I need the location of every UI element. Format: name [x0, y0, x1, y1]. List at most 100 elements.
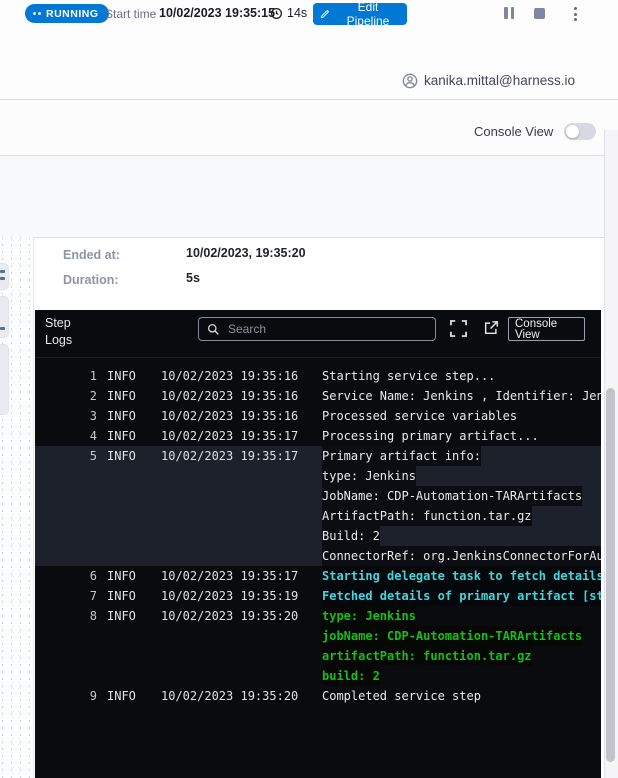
log-timestamp: 10/02/2023 19:35:16: [161, 386, 307, 406]
log-line: 5 INFO 10/02/2023 19:35:17 Primary artif…: [35, 446, 601, 466]
scrollbar-track: [604, 130, 618, 778]
pipeline-node-partial[interactable]: [0, 296, 9, 338]
log-message: Processed service variables: [322, 406, 517, 426]
log-line: ArtifactPath: function.tar.gz: [35, 506, 601, 526]
log-line: build: 2: [35, 666, 601, 686]
log-message: Fetched details of primary artifact [st: [322, 586, 601, 606]
log-level: INFO: [107, 386, 149, 406]
log-body: 1 INFO 10/02/2023 19:35:16 Starting serv…: [35, 358, 601, 778]
log-timestamp: 10/02/2023 19:35:17: [161, 426, 307, 446]
external-link-icon: [483, 320, 499, 336]
more-options-menu-icon[interactable]: [568, 4, 582, 24]
execution-graph-area: [0, 156, 604, 237]
log-line: ConnectorRef: org.JenkinsConnectorForAu: [35, 546, 601, 566]
elapsed-time: 14s: [287, 6, 307, 20]
ended-at-value: 10/02/2023, 19:35:20: [186, 246, 306, 260]
log-level: INFO: [107, 566, 149, 586]
log-message: Starting service step...: [322, 366, 495, 386]
log-message: ArtifactPath: function.tar.gz: [322, 506, 532, 526]
log-message: jobName: CDP-Automation-TARArtifacts: [322, 626, 582, 646]
ended-at-label: Ended at:: [63, 248, 120, 262]
toggle-knob: [566, 125, 579, 138]
log-line: type: Jenkins: [35, 466, 601, 486]
log-message: Build: 2: [322, 526, 380, 546]
log-message: Completed service step: [322, 686, 481, 706]
log-message: Starting delegate task to fetch details: [322, 566, 601, 586]
log-timestamp: 10/02/2023 19:35:17: [161, 566, 307, 586]
log-line: 2 INFO 10/02/2023 19:35:16 Service Name:…: [35, 386, 601, 406]
clock-icon: [270, 7, 283, 20]
scrollbar-thumb[interactable]: [606, 388, 615, 762]
console-view-toggle[interactable]: [564, 123, 596, 140]
log-message: build: 2: [322, 666, 380, 686]
user-avatar-icon[interactable]: [402, 73, 418, 89]
pipeline-node-partial[interactable]: [0, 263, 9, 290]
fullscreen-button[interactable]: [448, 318, 468, 338]
open-raw-logs-button[interactable]: [481, 318, 501, 338]
log-level: INFO: [107, 406, 149, 426]
execution-top-bar: RUNNING Start time 10/02/2023 19:35:15 1…: [0, 0, 618, 28]
log-console-header: Step Logs: [35, 310, 601, 358]
log-message: type: Jenkins: [322, 466, 416, 486]
log-line: 7 INFO 10/02/2023 19:35:19 Fetched detai…: [35, 586, 601, 606]
log-line: jobName: CDP-Automation-TARArtifacts: [35, 626, 601, 646]
log-message: type: Jenkins: [322, 606, 416, 626]
console-view-button[interactable]: Console View: [508, 317, 585, 341]
log-timestamp: 10/02/2023 19:35:16: [161, 406, 307, 426]
pause-button[interactable]: [504, 7, 516, 19]
log-level: INFO: [107, 366, 149, 386]
log-line-number: 4: [35, 426, 97, 446]
running-indicator-icon: [33, 12, 41, 15]
log-timestamp: 10/02/2023 19:35:16: [161, 366, 307, 386]
log-search-box: [198, 317, 436, 341]
step-logs-console: Step Logs: [35, 310, 601, 778]
log-line-number: 3: [35, 406, 97, 426]
log-line: 3 INFO 10/02/2023 19:35:16 Processed ser…: [35, 406, 601, 426]
view-options-bar: Console View: [0, 100, 618, 156]
start-time-value: 10/02/2023 19:35:15: [159, 6, 275, 20]
log-timestamp: 10/02/2023 19:35:19: [161, 586, 307, 606]
log-line: 1 INFO 10/02/2023 19:35:16 Starting serv…: [35, 366, 601, 386]
log-line: 6 INFO 10/02/2023 19:35:17 Starting dele…: [35, 566, 601, 586]
log-line: JobName: CDP-Automation-TARArtifacts: [35, 486, 601, 506]
pencil-icon: [319, 9, 330, 20]
edit-pipeline-label: Edit Pipeline: [335, 0, 401, 28]
user-email[interactable]: kanika.mittal@harness.io: [424, 73, 575, 88]
log-level: INFO: [107, 446, 149, 466]
log-timestamp: 10/02/2023 19:35:17: [161, 446, 307, 466]
log-line-number: 8: [35, 606, 97, 626]
status-badge-label: RUNNING: [46, 8, 99, 20]
duration-value: 5s: [186, 271, 200, 285]
log-line: 8 INFO 10/02/2023 19:35:20 type: Jenkins: [35, 606, 601, 626]
log-line: 4 INFO 10/02/2023 19:35:17 Processing pr…: [35, 426, 601, 446]
search-icon: [207, 323, 220, 336]
console-view-label: Console View: [474, 124, 553, 139]
log-level: INFO: [107, 426, 149, 446]
stop-button[interactable]: [534, 8, 545, 19]
edit-pipeline-button[interactable]: Edit Pipeline: [313, 3, 407, 25]
log-line: artifactPath: function.tar.gz: [35, 646, 601, 666]
log-message: artifactPath: function.tar.gz: [322, 646, 532, 666]
log-message: Processing primary artifact...: [322, 426, 539, 446]
log-level: INFO: [107, 686, 149, 706]
step-logs-title: Step Logs: [45, 315, 97, 349]
pipeline-node-partial[interactable]: [0, 344, 9, 415]
log-level: INFO: [107, 586, 149, 606]
log-message: Service Name: Jenkins , Identifier: Jen: [322, 386, 601, 406]
pipeline-execution-screen: RUNNING Start time 10/02/2023 19:35:15 1…: [0, 0, 618, 778]
log-line-number: 1: [35, 366, 97, 386]
log-message: ConnectorRef: org.JenkinsConnectorForAu: [322, 546, 601, 566]
log-line-number: 6: [35, 566, 97, 586]
start-time-label: Start time: [105, 7, 156, 21]
log-message: JobName: CDP-Automation-TARArtifacts: [322, 486, 582, 506]
log-level: INFO: [107, 606, 149, 626]
search-input[interactable]: [226, 321, 427, 337]
status-badge: RUNNING: [25, 4, 109, 23]
log-timestamp: 10/02/2023 19:35:20: [161, 606, 307, 626]
log-line-number: 2: [35, 386, 97, 406]
log-line: Build: 2: [35, 526, 601, 546]
log-line-number: 7: [35, 586, 97, 606]
account-bar: kanika.mittal@harness.io: [0, 28, 618, 100]
log-line-number: 9: [35, 686, 97, 706]
log-message: Primary artifact info:: [322, 446, 481, 466]
